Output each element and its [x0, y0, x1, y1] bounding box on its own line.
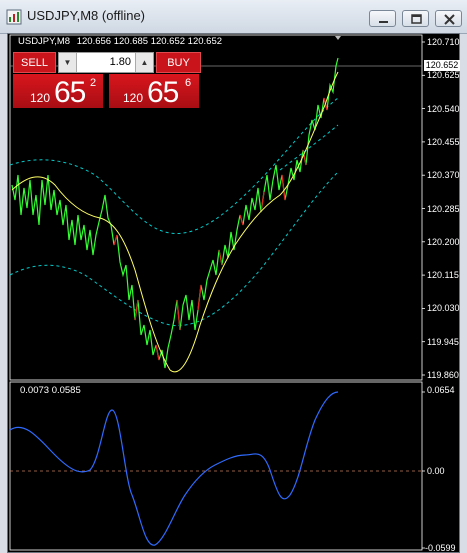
- price-axis-label: 120.455: [427, 136, 460, 147]
- axis-ticks: [422, 41, 425, 549]
- price-axis-label: 120.370: [427, 170, 460, 181]
- lot-size-input[interactable]: 1.80: [77, 53, 135, 72]
- price-axis-label: 120.710: [427, 37, 460, 47]
- osc-axis-bottom-label: -0.0599: [425, 543, 456, 553]
- moving-average-line: [11, 71, 339, 373]
- price-axis-label: 120.200: [427, 236, 460, 247]
- middle-channel-line: [279, 124, 339, 171]
- price-axis-label: 120.540: [427, 103, 460, 114]
- one-click-trade-panel: SELL ▼ 1.80 ▲ BUY 120 65 2 120 65 6: [13, 52, 201, 109]
- buy-price-box[interactable]: 120 65 6: [109, 74, 199, 109]
- lot-decrease-button[interactable]: ▼: [59, 53, 77, 72]
- lot-size-stepper[interactable]: ▼ 1.80 ▲: [58, 52, 154, 73]
- bearish-bar-segment: [218, 249, 223, 266]
- oscillator-line: [9, 391, 339, 546]
- bearish-bar-segment: [176, 299, 181, 331]
- price-axis-label: 120.030: [427, 303, 460, 314]
- bearish-bar-segment: [281, 174, 286, 201]
- bearish-bar-segments: [113, 97, 328, 361]
- sell-price-box[interactable]: 120 65 2: [13, 74, 103, 109]
- bearish-bar-segment: [197, 284, 202, 311]
- sell-price-sup: 2: [90, 77, 97, 89]
- chart-shift-marker-icon[interactable]: [335, 36, 341, 40]
- osc-axis-top-label: 0.0654: [427, 385, 455, 395]
- lot-increase-button[interactable]: ▲: [135, 53, 153, 72]
- price-axis-label: 119.860: [427, 370, 459, 380]
- sell-button[interactable]: SELL: [13, 52, 56, 73]
- buy-price-big: 65: [147, 76, 179, 109]
- price-axis-label: 120.115: [427, 270, 459, 281]
- current-price-label: 120.652: [424, 60, 460, 71]
- bearish-bar-segment: [113, 234, 118, 246]
- buy-price-prefix: 120: [123, 91, 144, 105]
- sell-price-prefix: 120: [30, 91, 51, 105]
- oscillator-values: 0.0073 0.0585: [20, 385, 81, 396]
- lower-channel-line: [9, 171, 339, 327]
- buy-button[interactable]: BUY: [156, 52, 201, 73]
- upper-channel-line: [9, 97, 339, 234]
- price-axis-label: 119.945: [427, 336, 459, 347]
- price-axis-label: 120.285: [427, 203, 460, 214]
- oscillator-panel-border: [9, 381, 423, 551]
- sell-price-big: 65: [54, 76, 86, 109]
- buy-price-sup: 6: [185, 77, 192, 89]
- chart-symbol: USDJPY,M8: [18, 36, 71, 47]
- chart-info-line: USDJPY,M8 120.656 120.685 120.652 120.65…: [18, 36, 222, 47]
- osc-axis-zero-label: 0.00: [427, 466, 445, 476]
- bearish-bar-segment: [239, 214, 244, 226]
- chart-ohlc: 120.656 120.685 120.652 120.652: [76, 36, 223, 47]
- price-axis-label: 120.625: [427, 70, 460, 81]
